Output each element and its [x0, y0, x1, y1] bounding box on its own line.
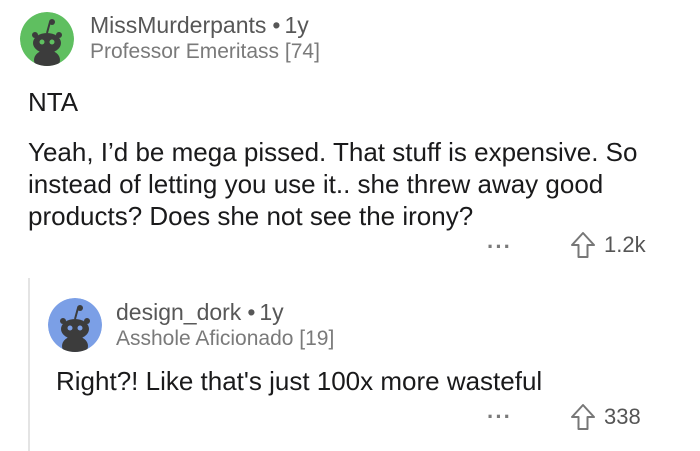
upvote-arrow-icon	[571, 232, 595, 258]
comment-text: Right?! Like that's just 100x more waste…	[56, 366, 543, 396]
snoo-avatar-icon	[48, 298, 102, 352]
upvote-button[interactable]: 338	[570, 403, 641, 431]
avatar[interactable]	[48, 298, 102, 352]
comment-2-header: design_dork • 1y	[116, 299, 284, 326]
upvote-button[interactable]: 1.2k	[570, 231, 646, 259]
comment-age: 1y	[284, 12, 309, 38]
upvote-arrow-icon	[571, 404, 595, 430]
username[interactable]: MissMurderpants	[90, 12, 266, 38]
separator-dot: •	[272, 12, 281, 38]
upvote-count: 1.2k	[604, 232, 646, 257]
comment-age: 1y	[259, 299, 284, 325]
more-options-button[interactable]: ···	[487, 404, 512, 430]
separator-dot: •	[247, 299, 256, 325]
thread-line[interactable]	[28, 278, 30, 451]
comment-text-line: Yeah, I’d be mega pissed. That stuff is …	[28, 137, 638, 167]
comment-text-line: instead of letting you use it.. she thre…	[28, 169, 604, 199]
snoo-avatar-icon	[20, 12, 74, 66]
comment-text-line: NTA	[28, 87, 79, 117]
upvote-count: 338	[604, 404, 641, 429]
avatar[interactable]	[20, 12, 74, 66]
more-options-button[interactable]: ···	[487, 234, 512, 260]
user-flair: Asshole Aficionado [19]	[116, 327, 335, 350]
comment-1-header: MissMurderpants • 1y	[90, 12, 309, 39]
username[interactable]: design_dork	[116, 299, 241, 325]
user-flair: Professor Emeritass [74]	[90, 40, 320, 63]
comment-text-line: products? Does she not see the irony?	[28, 201, 474, 231]
